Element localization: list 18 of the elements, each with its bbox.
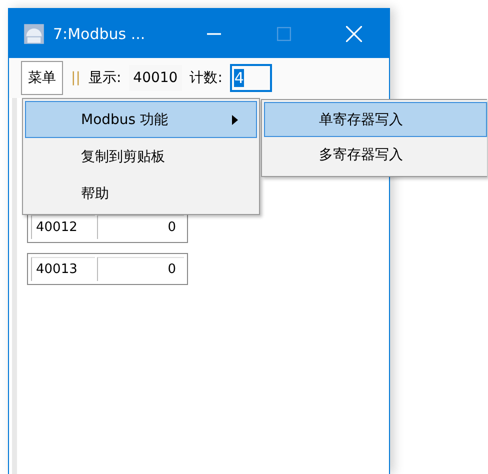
- register-value[interactable]: 0: [97, 257, 184, 281]
- minimize-icon: [207, 32, 221, 34]
- close-icon: [346, 26, 362, 42]
- submenu-item[interactable]: 多寄存器写入: [264, 137, 487, 172]
- menu-item[interactable]: 复制到剪贴板: [25, 138, 257, 175]
- toolbar-separator: ||: [71, 70, 80, 86]
- count-field[interactable]: 4: [230, 64, 272, 92]
- submenu-arrow-icon: [232, 114, 238, 124]
- app-icon: [23, 22, 45, 44]
- maximize-icon: [277, 26, 291, 40]
- display-label: 显示:: [88, 69, 122, 87]
- submenu-item[interactable]: 单寄存器写入: [264, 102, 487, 137]
- window-title: 7:Modbus ...: [53, 24, 146, 42]
- register-address: 40013: [31, 257, 95, 281]
- menu-button[interactable]: 菜单: [21, 61, 63, 95]
- menu-item[interactable]: 帮助: [25, 175, 257, 212]
- menu-item[interactable]: Modbus 功能: [25, 101, 257, 138]
- count-label: 计数:: [190, 69, 222, 87]
